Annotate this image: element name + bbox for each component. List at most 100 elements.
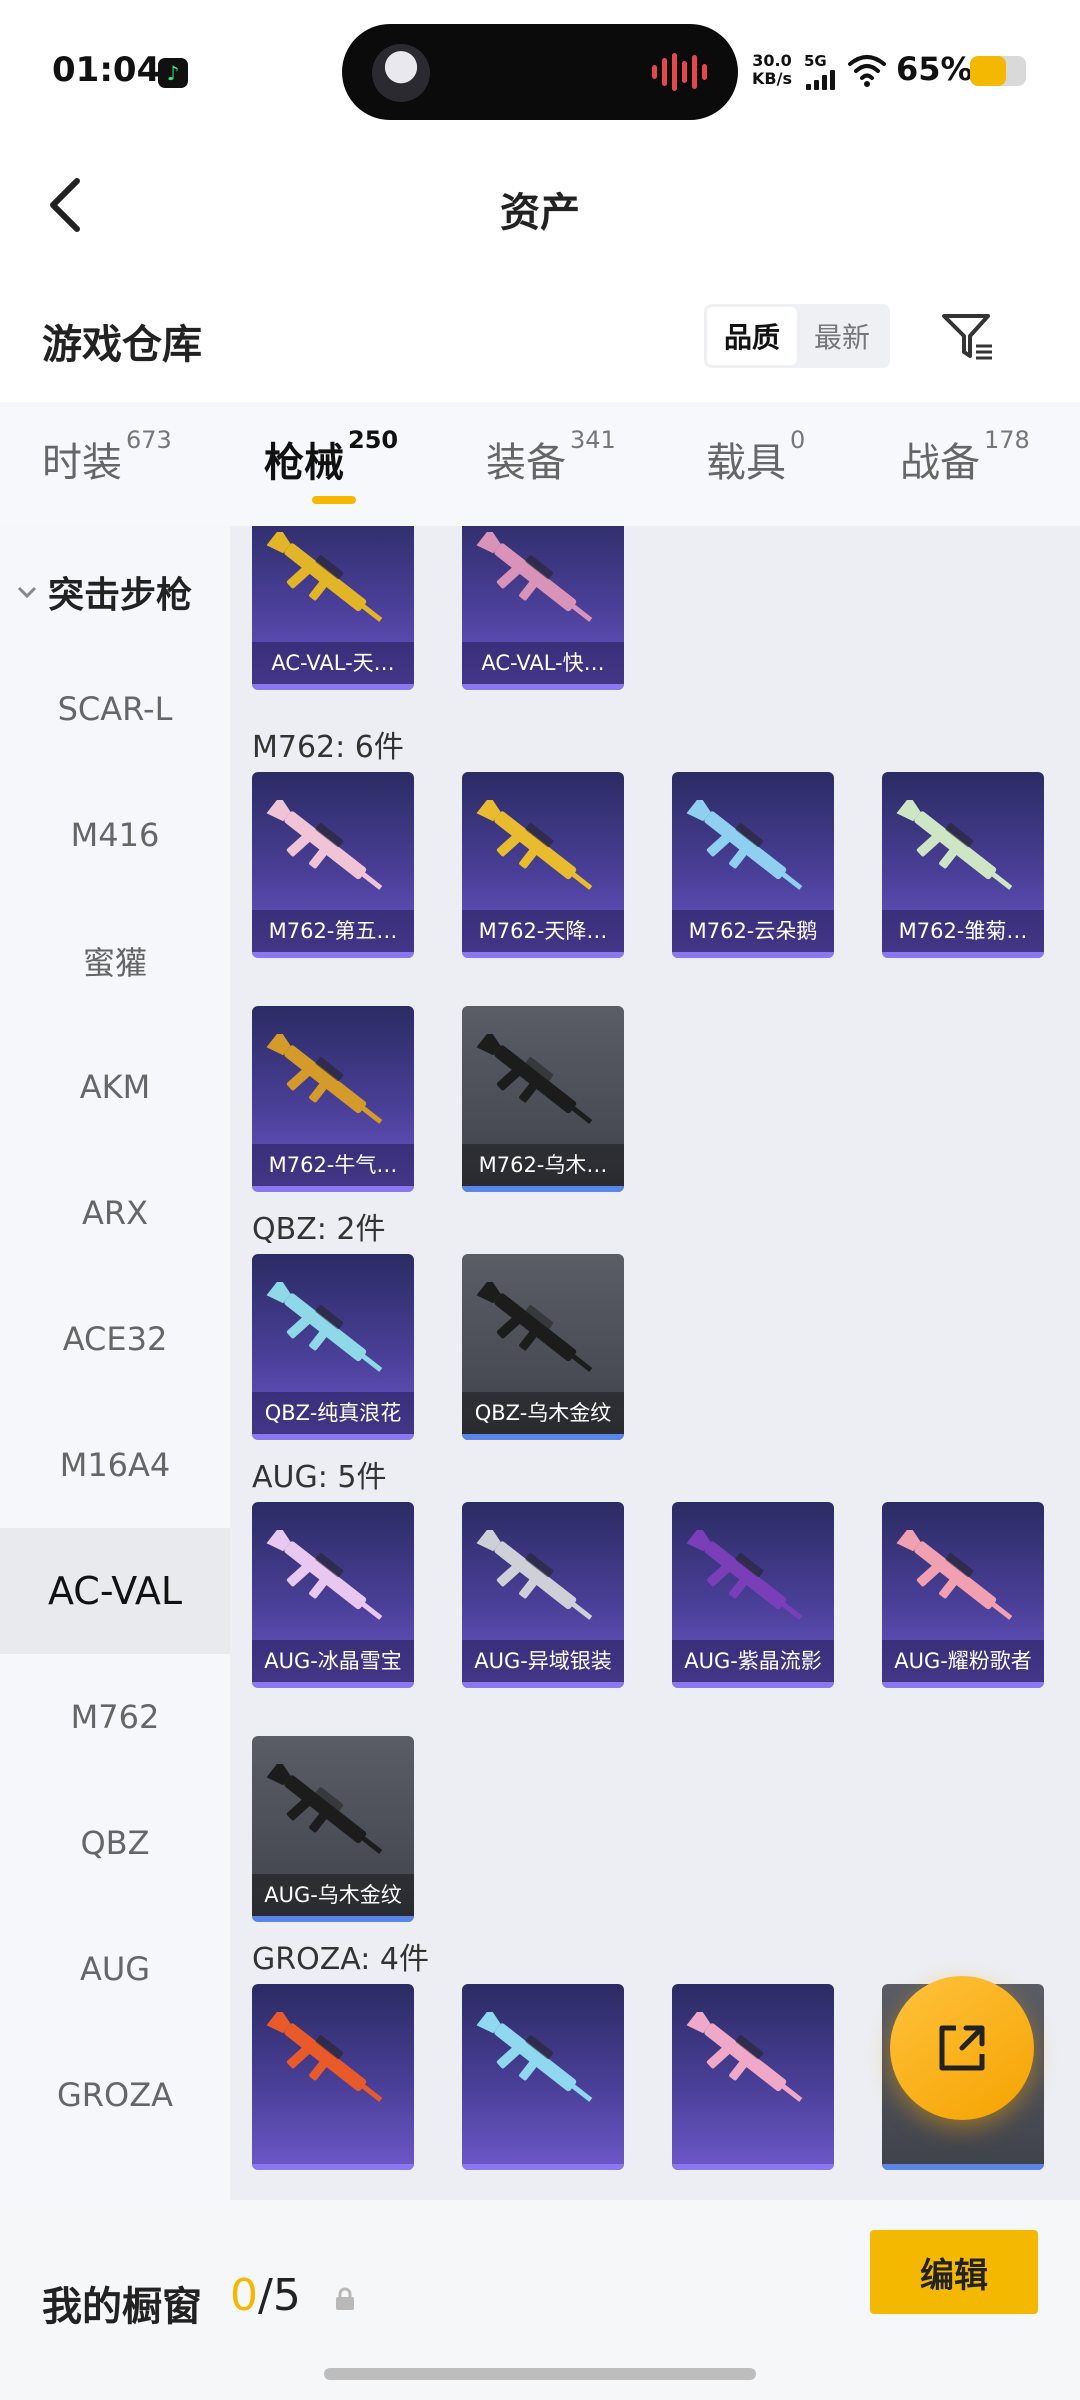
audio-wave-icon xyxy=(652,52,712,92)
group-label: GROZA: 4件 xyxy=(252,1942,429,1977)
weapon-card[interactable] xyxy=(252,1984,414,2170)
sidebar-item-arx[interactable]: ARX xyxy=(0,1150,230,1276)
sidebar-item-scar-l[interactable]: SCAR-L xyxy=(0,646,230,772)
weapon-image xyxy=(476,532,593,622)
sidebar-item-akm[interactable]: AKM xyxy=(0,1024,230,1150)
weapon-image xyxy=(476,1282,593,1372)
sort-by-quality[interactable]: 品质 xyxy=(707,307,797,365)
share-icon xyxy=(939,2025,985,2071)
weapon-image xyxy=(266,1034,383,1124)
weapon-card[interactable]: M762-云朵鹅 xyxy=(672,772,834,958)
weapon-image xyxy=(266,800,383,890)
rarity-bar xyxy=(672,952,834,958)
tab-equipment[interactable]: 装备 341 xyxy=(486,426,616,488)
tab-firearms[interactable]: 枪械 250 xyxy=(264,426,398,488)
sort-toggle: 品质 最新 xyxy=(704,304,890,368)
tab-vehicles[interactable]: 载具 0 xyxy=(706,426,805,488)
sidebar-group-assault-rifles[interactable]: 突击步枪 xyxy=(16,566,192,618)
weapon-name: AUG-冰晶雪宝 xyxy=(252,1640,414,1682)
page-title: 资产 xyxy=(500,190,580,236)
rarity-bar xyxy=(672,1682,834,1688)
category-tabs: 时装 673 枪械 250 装备 341 载具 0 战备 178 xyxy=(0,402,1080,526)
rarity-bar xyxy=(252,2164,414,2170)
weapon-name: QBZ-乌木金纹 xyxy=(462,1392,624,1434)
weapon-image xyxy=(476,1034,593,1124)
home-indicator[interactable] xyxy=(324,2368,756,2380)
sidebar-item-qbz[interactable]: QBZ xyxy=(0,1780,230,1906)
weapon-card[interactable]: M762-乌木… xyxy=(462,1006,624,1192)
weapon-name: QBZ-纯真浪花 xyxy=(252,1392,414,1434)
rarity-bar xyxy=(252,952,414,958)
network-type: 5G xyxy=(804,52,827,70)
status-bar: 01:04 ♪ 30.0 KB/s 5G 65% xyxy=(0,0,1080,140)
edit-button[interactable]: 编辑 xyxy=(870,2230,1038,2314)
dynamic-island[interactable] xyxy=(342,24,738,120)
sidebar-item-m16a4[interactable]: M16A4 xyxy=(0,1402,230,1528)
sidebar-item-groza[interactable]: GROZA xyxy=(0,2032,230,2158)
weapon-image xyxy=(266,1764,383,1854)
sidebar-item-ac-val[interactable]: AC-VAL xyxy=(0,1528,230,1654)
sort-by-newest[interactable]: 最新 xyxy=(797,307,887,365)
filter-icon[interactable] xyxy=(938,306,998,366)
weapon-card[interactable]: QBZ-乌木金纹 xyxy=(462,1254,624,1440)
weapon-sidebar: 突击步枪 SCAR-L M416 蜜獾 AKM ARX ACE32 M16A4 AC-VAL M… xyxy=(0,526,230,2200)
weapon-card[interactable]: AC-VAL-天… xyxy=(252,526,414,690)
rarity-bar xyxy=(462,1434,624,1440)
group-label: AUG: 5件 xyxy=(252,1460,387,1495)
tab-combat-gear[interactable]: 战备 178 xyxy=(900,426,1030,488)
weapon-card[interactable]: AUG-异域银装 xyxy=(462,1502,624,1688)
weapon-card[interactable]: AC-VAL-快… xyxy=(462,526,624,690)
weapon-card[interactable]: AUG-耀粉歌者 xyxy=(882,1502,1044,1688)
rarity-bar xyxy=(882,952,1044,958)
weapon-name: AUG-紫晶流影 xyxy=(672,1640,834,1682)
chevron-down-icon xyxy=(17,586,37,599)
sidebar-item-aug[interactable]: AUG xyxy=(0,1906,230,2032)
weapon-image xyxy=(476,2012,593,2102)
rarity-bar xyxy=(462,684,624,690)
weapon-card[interactable]: AUG-乌木金纹 xyxy=(252,1736,414,1922)
sidebar-item-m762[interactable]: M762 xyxy=(0,1654,230,1780)
rarity-bar xyxy=(252,1916,414,1922)
showcase-count: 0/5 xyxy=(230,2270,301,2321)
showcase-label: 我的橱窗 xyxy=(42,2284,202,2330)
network-speed: 30.0 KB/s xyxy=(752,51,792,88)
sidebar-item-ace32[interactable]: ACE32 xyxy=(0,1276,230,1402)
sidebar-item-m416[interactable]: M416 xyxy=(0,772,230,898)
weapon-image xyxy=(266,1530,383,1620)
status-time: 01:04 xyxy=(52,50,161,90)
weapon-card[interactable]: AUG-紫晶流影 xyxy=(672,1502,834,1688)
weapon-card[interactable]: M762-天降… xyxy=(462,772,624,958)
weapon-image xyxy=(476,1530,593,1620)
music-app-icon: ♪ xyxy=(158,58,188,88)
weapon-card[interactable]: AUG-冰晶雪宝 xyxy=(252,1502,414,1688)
active-tab-indicator xyxy=(312,496,356,504)
app-header: 资产 xyxy=(0,140,1080,270)
sidebar-item-蜜獾[interactable]: 蜜獾 xyxy=(0,898,230,1024)
weapon-card[interactable]: M762-雏菊… xyxy=(882,772,1044,958)
share-button[interactable] xyxy=(890,1976,1034,2120)
weapon-card[interactable]: M762-第五… xyxy=(252,772,414,958)
weapon-name: AUG-乌木金纹 xyxy=(252,1874,414,1916)
signal-icon xyxy=(806,70,835,90)
tab-fashion[interactable]: 时装 673 xyxy=(42,426,172,488)
rarity-bar xyxy=(462,2164,624,2170)
bottom-bar: 我的橱窗 0/5 编辑 xyxy=(0,2200,1080,2400)
weapon-image xyxy=(896,800,1013,890)
weapon-image xyxy=(266,532,383,622)
weapon-card[interactable]: M762-牛气… xyxy=(252,1006,414,1192)
weapon-image xyxy=(686,1530,803,1620)
weapon-card[interactable] xyxy=(462,1984,624,2170)
weapon-name: M762-云朵鹅 xyxy=(672,910,834,952)
weapon-name: M762-天降… xyxy=(462,910,624,952)
weapon-name: M762-雏菊… xyxy=(882,910,1044,952)
rarity-bar xyxy=(462,1186,624,1192)
warehouse-title: 游戏仓库 xyxy=(42,322,202,368)
weapon-name: AC-VAL-天… xyxy=(252,642,414,684)
battery-percent: 65% xyxy=(896,50,973,88)
weapon-card[interactable]: QBZ-纯真浪花 xyxy=(252,1254,414,1440)
weapon-card[interactable] xyxy=(672,1984,834,2170)
weapon-image xyxy=(896,1530,1013,1620)
weapon-name: AUG-异域银装 xyxy=(462,1640,624,1682)
rarity-bar xyxy=(252,1682,414,1688)
weapon-image xyxy=(476,800,593,890)
